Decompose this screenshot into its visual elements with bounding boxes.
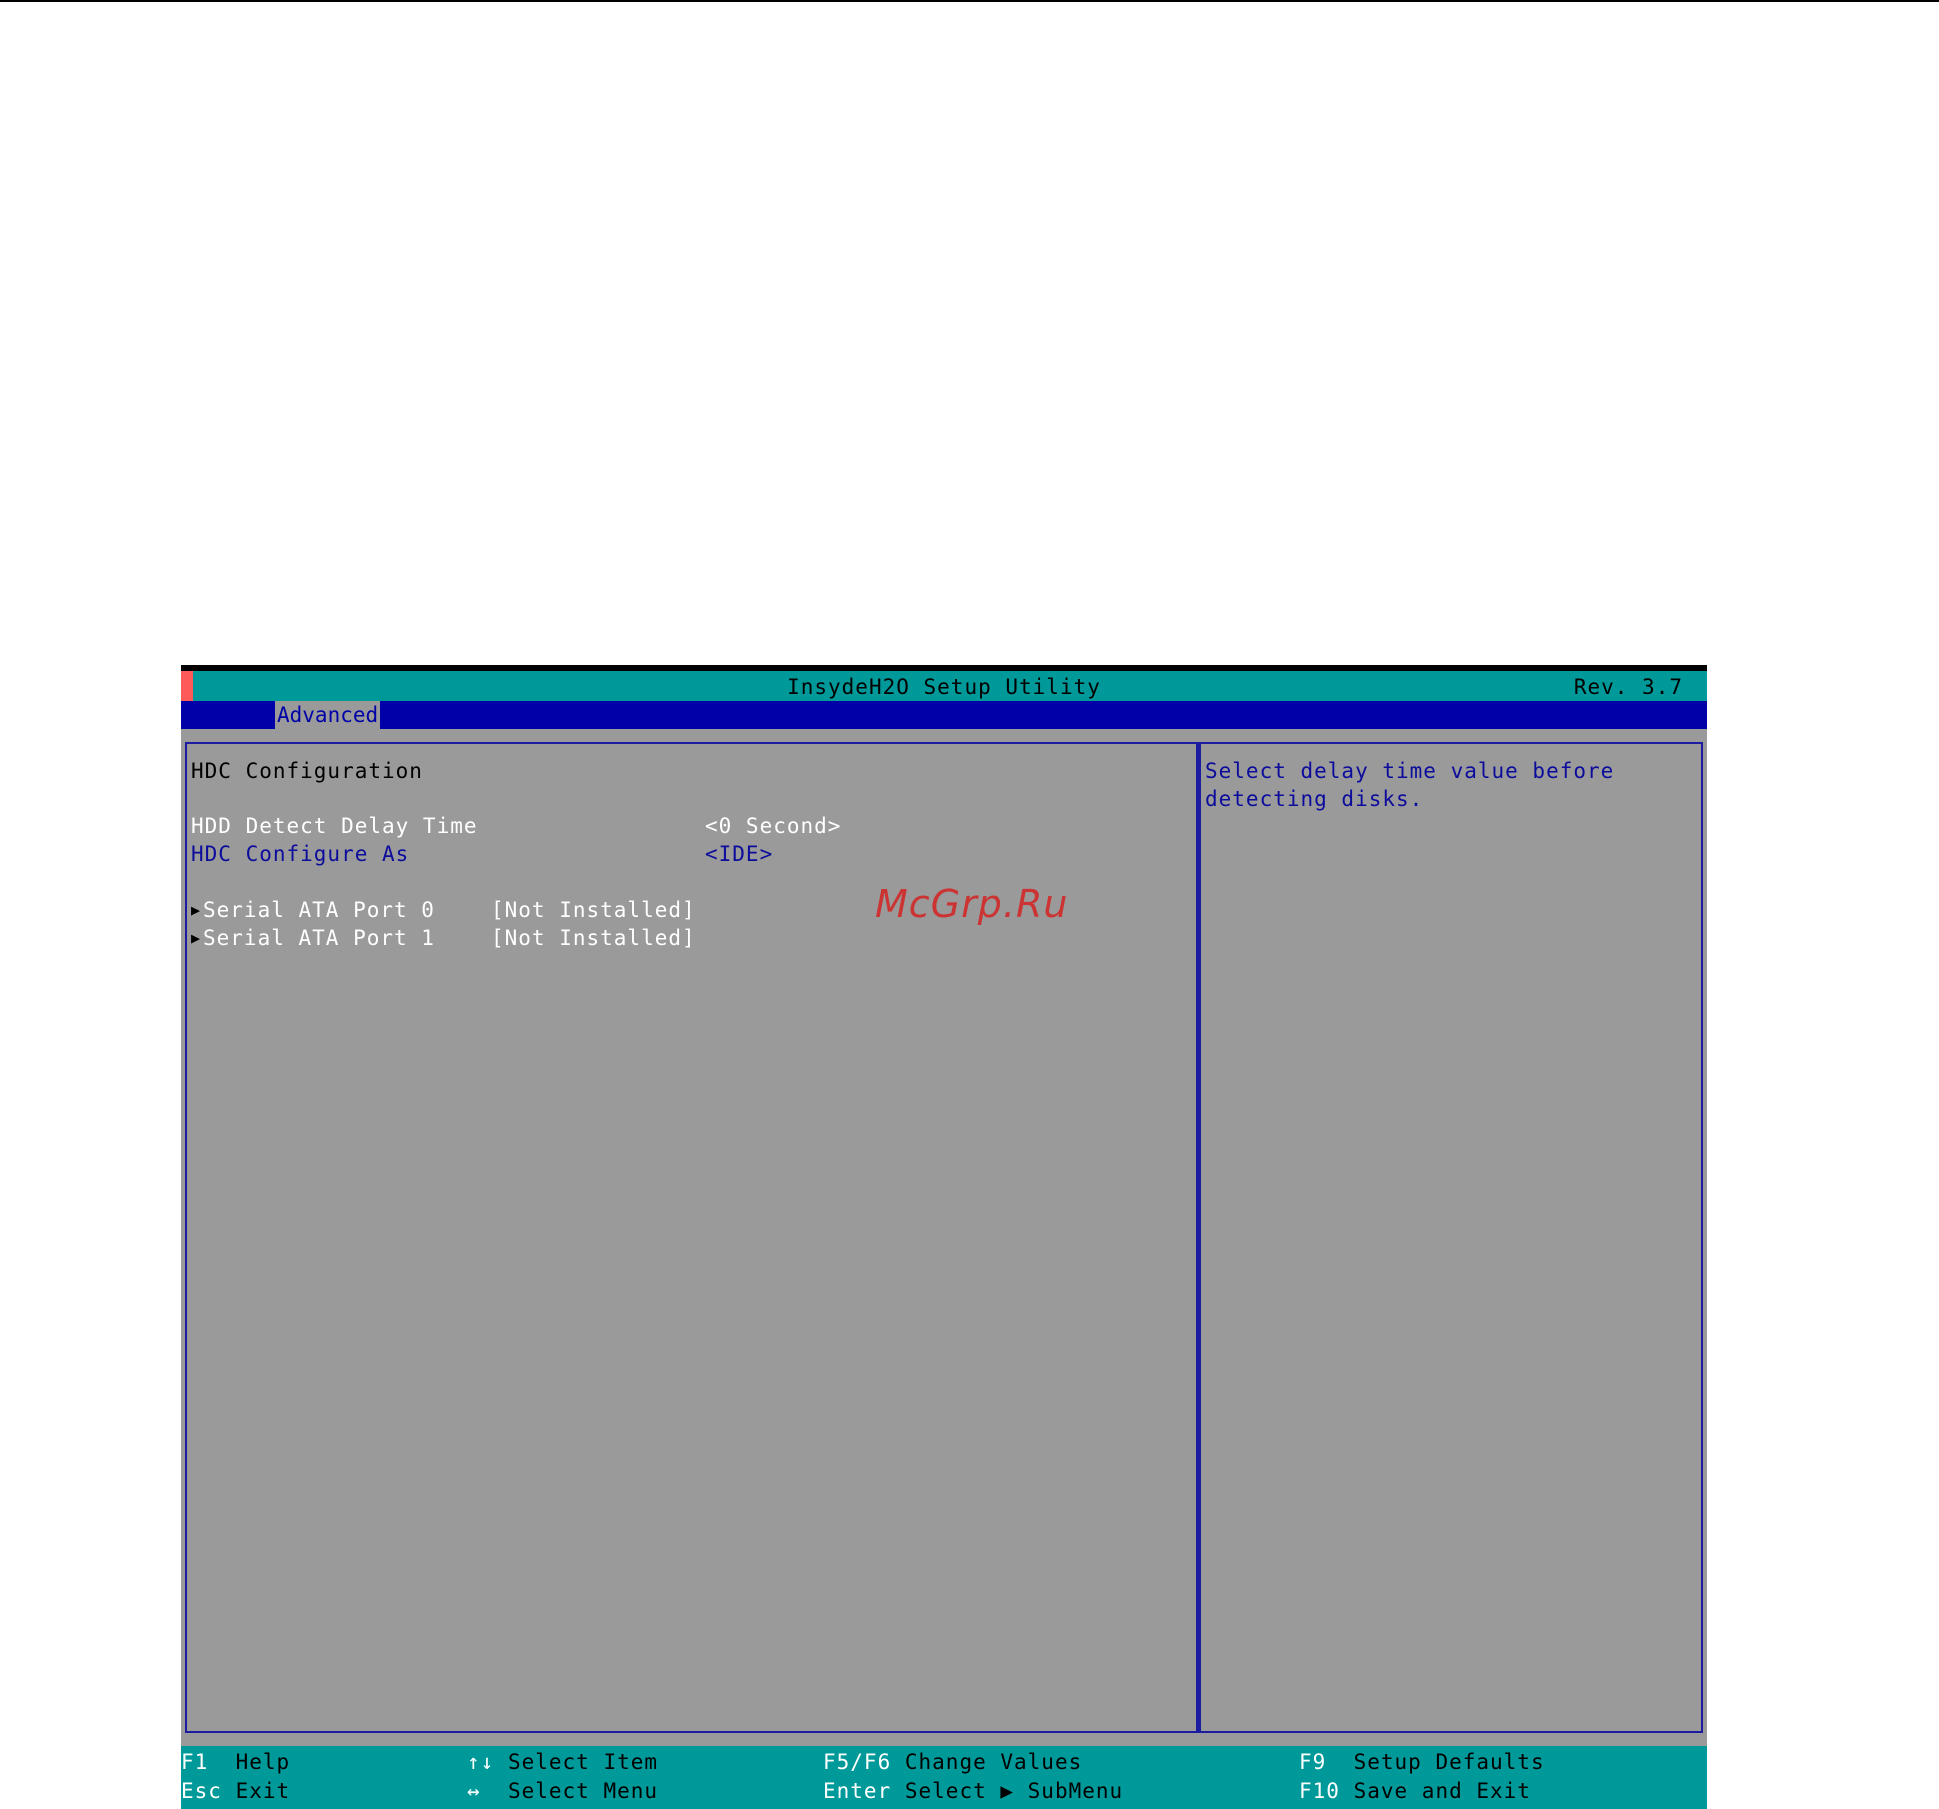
key-f1-action: Help (235, 1750, 291, 1774)
footer-key-f9: F9 Setup Defaults (1299, 1750, 1545, 1774)
footer-key-up-down: ↑↓ Select Item (467, 1750, 658, 1774)
serial-ata-port-1-status: [Not Installed] (491, 926, 696, 950)
setting-hdd-detect-delay-value[interactable]: <0 Second> (705, 814, 841, 838)
key-left-right-action: Select Menu (507, 1779, 659, 1803)
key-enter: Enter (823, 1779, 892, 1803)
setting-hdc-configure-as-label[interactable]: HDC Configure As (191, 842, 409, 866)
footer-key-f5-f6: F5/F6 Change Values (823, 1750, 1082, 1774)
setting-hdd-detect-delay-label[interactable]: HDD Detect Delay Time (191, 814, 478, 838)
help-panel: Select delay time value before detecting… (1198, 742, 1703, 1733)
mcgrp-watermark: McGrp.Ru (875, 882, 1069, 926)
up-down-arrows-icon: ↑↓ (467, 1750, 495, 1774)
key-f10: F10 (1299, 1779, 1340, 1803)
bios-setup-screen: InsydeH2O Setup Utility Rev. 3.7 Advance… (181, 665, 1707, 1809)
key-legend-footer: F1 Help Esc Exit ↑↓ Select Item ↔ Select… (181, 1746, 1707, 1809)
key-f5-f6-action: Change Values (904, 1750, 1083, 1774)
page-title: HDC Configuration (191, 759, 423, 783)
footer-key-left-right: ↔ Select Menu (467, 1779, 658, 1803)
key-esc: Esc (181, 1779, 222, 1803)
title-bar: InsydeH2O Setup Utility Rev. 3.7 (181, 671, 1707, 701)
footer-key-f10: F10 Save and Exit (1299, 1779, 1531, 1803)
key-f5-f6: F5/F6 (823, 1750, 892, 1774)
key-up-down-action: Select Item (507, 1750, 659, 1774)
footer-key-enter: Enter Select ▶ SubMenu (823, 1779, 1123, 1803)
revision-label: Rev. 3.7 (1573, 675, 1683, 699)
key-f9-action: Setup Defaults (1353, 1750, 1545, 1774)
submenu-arrow-icon: ▶ (191, 929, 201, 947)
serial-ata-port-0-status: [Not Installed] (491, 898, 696, 922)
help-text: Select delay time value before detecting… (1205, 759, 1615, 811)
setting-hdc-configure-as-value[interactable]: <IDE> (705, 842, 773, 866)
submenu-serial-ata-port-1[interactable]: Serial ATA Port 1 (203, 926, 435, 950)
page-top-rule (0, 0, 1939, 2)
submenu-serial-ata-port-0[interactable]: Serial ATA Port 0 (203, 898, 435, 922)
left-right-arrows-icon: ↔ (467, 1779, 481, 1803)
menu-bar: Advanced (181, 701, 1707, 729)
footer-key-esc: Esc Exit (181, 1779, 290, 1803)
key-esc-action: Exit (235, 1779, 291, 1803)
utility-title: InsydeH2O Setup Utility (787, 675, 1101, 699)
footer-key-f1: F1 Help (181, 1750, 290, 1774)
key-enter-action: Select ▶ SubMenu (904, 1779, 1124, 1803)
key-f1: F1 (181, 1750, 209, 1774)
submenu-arrow-icon: ▶ (191, 901, 201, 919)
tab-advanced[interactable]: Advanced (275, 701, 381, 729)
key-f9: F9 (1299, 1750, 1327, 1774)
key-f10-action: Save and Exit (1353, 1779, 1531, 1803)
